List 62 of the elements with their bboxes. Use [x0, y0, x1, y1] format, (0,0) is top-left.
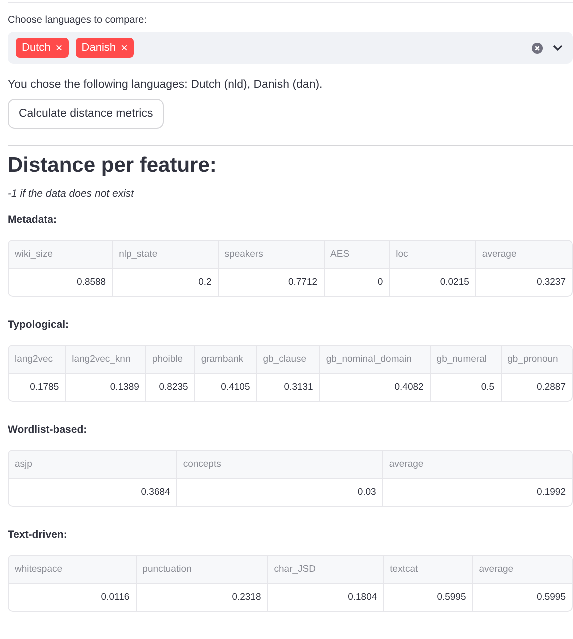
table-cell: 0.8588 [9, 268, 113, 296]
column-header: gb_pronoun [501, 346, 572, 374]
remove-tag-button[interactable]: × [56, 41, 63, 55]
table-cell: 0 [324, 268, 390, 296]
table-cell: 0.1785 [9, 374, 66, 401]
table-cell: 0.7712 [218, 268, 324, 296]
table-cell: 0.0116 [9, 584, 136, 611]
column-header: lang2vec [9, 346, 66, 374]
remove-tag-button[interactable]: × [121, 41, 128, 55]
table-cell: 0.1992 [382, 478, 572, 506]
section-heading: Distance per feature: [8, 154, 218, 178]
column-header: textcat [384, 556, 473, 584]
column-header: gb_clause [256, 346, 320, 374]
table-cell: 0.3237 [476, 268, 572, 296]
column-header: loc [390, 241, 476, 268]
table-title: Metadata: [8, 214, 58, 226]
table-cell: 0.3684 [9, 478, 177, 506]
info-text: You chose the following languages: Dutch (nld), Danish (dan). [8, 79, 324, 91]
column-header: concepts [176, 451, 383, 478]
column-header: AES [324, 241, 390, 268]
table-cell: 0.5995 [472, 584, 572, 611]
column-header: grambank [194, 346, 257, 374]
table-cell: 0.0215 [390, 268, 476, 296]
table-cell: 0.5 [430, 374, 502, 401]
field-label: Choose languages to compare: [8, 15, 148, 26]
column-header: gb_numeral [430, 346, 502, 374]
chevron-down-icon[interactable] [553, 44, 563, 52]
table-cell: 0.4105 [194, 374, 257, 401]
column-header: speakers [218, 241, 324, 268]
column-header: average [476, 241, 572, 268]
column-header: punctuation [136, 556, 268, 584]
tag-label: Danish [82, 42, 116, 54]
column-header: phoible [146, 346, 195, 374]
table-cell: 0.2887 [501, 374, 572, 401]
note-text: -1 if the data does not exist [8, 188, 136, 200]
column-header: gb_nominal_domain [320, 346, 430, 374]
column-header: asjp [9, 451, 177, 478]
table-cell: 0.2318 [136, 584, 268, 611]
table-cell: 0.03 [176, 478, 383, 506]
column-header: average [382, 451, 572, 478]
column-header: nlp_state [112, 241, 218, 268]
table-title: Text-driven: [8, 529, 68, 541]
calculate-button[interactable]: Calculate distance metrics [8, 99, 164, 129]
multiselect-field[interactable]: Dutch × Danish × [8, 32, 573, 64]
table-cell: 0.5995 [384, 584, 473, 611]
column-header: whitespace [9, 556, 136, 584]
table-cell: 0.4082 [320, 374, 430, 401]
table-cell: 0.1804 [268, 584, 384, 611]
table-cell: 0.3131 [256, 374, 320, 401]
column-header: wiki_size [9, 241, 113, 268]
clear-icon[interactable] [532, 42, 543, 54]
column-header: lang2vec_knn [66, 346, 146, 374]
tag-label: Dutch [22, 42, 51, 54]
column-header: char_JSD [268, 556, 384, 584]
table-cell: 0.8235 [146, 374, 195, 401]
table-cell: 0.1389 [66, 374, 146, 401]
column-header: average [472, 556, 572, 584]
table-title: Wordlist-based: [8, 424, 88, 436]
table-title: Typological: [8, 319, 70, 331]
language-tag[interactable]: Danish × [76, 38, 134, 58]
table-cell: 0.2 [112, 268, 218, 296]
language-tag[interactable]: Dutch × [16, 38, 69, 58]
